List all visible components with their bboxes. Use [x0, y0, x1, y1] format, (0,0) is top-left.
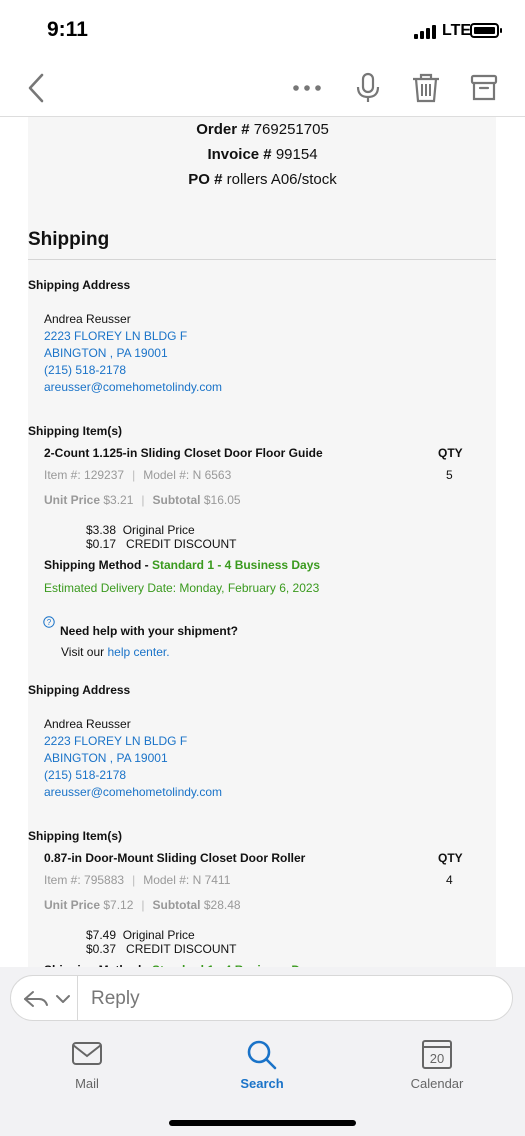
shipping-items-label: Shipping Item(s): [28, 829, 122, 843]
original-price-line: $7.49 Original Price: [86, 928, 195, 942]
price-line: Unit Price $7.12 | Subtotal $28.48: [44, 898, 241, 912]
email-body: Order # 769251705 Invoice # 99154 PO # r…: [0, 117, 525, 967]
email-link[interactable]: areusser@comehometolindy.com: [44, 785, 222, 799]
address-street-link[interactable]: 2223 FLOREY LN BLDG F: [44, 734, 187, 748]
email-toolbar: [0, 60, 525, 117]
help-icon: ?: [43, 616, 55, 628]
shipping-heading: Shipping: [28, 229, 110, 250]
tab-calendar[interactable]: Calendar: [392, 1076, 482, 1091]
reply-placeholder[interactable]: Reply: [91, 988, 140, 1010]
shipping-address-label: Shipping Address: [28, 683, 131, 697]
more-icon[interactable]: [291, 72, 323, 104]
item-model-line: Item #: 129237 | Model #: N 6563: [44, 468, 232, 482]
shipping-address-label: Shipping Address: [28, 278, 131, 292]
svg-text:?: ?: [47, 618, 52, 627]
address-city-link[interactable]: ABINGTON , PA 19001: [44, 751, 168, 765]
address-city-link[interactable]: ABINGTON , PA 19001: [44, 346, 168, 360]
status-time: 9:11: [47, 18, 88, 41]
calendar-icon[interactable]: 20: [422, 1040, 452, 1069]
invoice-number: Invoice # 99154: [207, 146, 318, 163]
help-line: Visit our help center.: [61, 645, 170, 659]
home-indicator: [169, 1120, 356, 1126]
trash-icon[interactable]: [410, 72, 442, 104]
credit-discount-line: $0.37 CREDIT DISCOUNT: [86, 942, 237, 956]
network-type: LTE: [442, 22, 472, 39]
status-bar: 9:11 LTE: [0, 0, 525, 60]
reply-options-icon[interactable]: [23, 989, 71, 1009]
item-name: 0.87-in Door-Mount Sliding Closet Door R…: [44, 851, 306, 865]
phone-link[interactable]: (215) 518-2178: [44, 768, 126, 782]
back-icon[interactable]: [22, 72, 54, 104]
qty-label: QTY: [438, 446, 463, 460]
mail-icon[interactable]: [42, 1040, 132, 1070]
po-number: PO # rollers A06/stock: [188, 171, 337, 188]
phone-link[interactable]: (215) 518-2178: [44, 363, 126, 377]
tab-search[interactable]: Search: [217, 1076, 307, 1091]
original-price-line: $3.38 Original Price: [86, 523, 195, 537]
credit-discount-line: $0.17 CREDIT DISCOUNT: [86, 537, 237, 551]
tab-mail[interactable]: Mail: [42, 1076, 132, 1091]
help-title: Need help with your shipment?: [60, 624, 239, 638]
recipient-name: Andrea Reusser: [44, 717, 131, 731]
item-model-line: Item #: 795883 | Model #: N 7411: [44, 873, 231, 887]
item-name: 2-Count 1.125-in Sliding Closet Door Flo…: [44, 446, 323, 460]
shipping-items-label: Shipping Item(s): [28, 424, 122, 438]
microphone-icon[interactable]: [352, 72, 384, 104]
order-number: Order # 769251705: [196, 121, 329, 138]
estimated-delivery: Estimated Delivery Date: Monday, Februar…: [44, 581, 320, 595]
email-link[interactable]: areusser@comehometolindy.com: [44, 380, 222, 394]
price-line: Unit Price $3.21 | Subtotal $16.05: [44, 493, 241, 507]
battery-icon: [470, 23, 502, 38]
address-street-link[interactable]: 2223 FLOREY LN BLDG F: [44, 329, 187, 343]
qty-value: 4: [446, 873, 453, 887]
search-icon[interactable]: [217, 1040, 307, 1072]
reply-field[interactable]: Reply: [10, 975, 513, 1021]
qty-label: QTY: [438, 851, 463, 865]
shipping-method: Shipping Method - Standard 1 - 4 Busines…: [44, 558, 321, 572]
help-center-link[interactable]: help center.: [107, 645, 169, 659]
qty-value: 5: [446, 468, 453, 482]
signal-icon: [414, 24, 436, 39]
calendar-day: 20: [429, 1051, 445, 1066]
recipient-name: Andrea Reusser: [44, 312, 131, 326]
archive-icon[interactable]: [468, 72, 500, 104]
